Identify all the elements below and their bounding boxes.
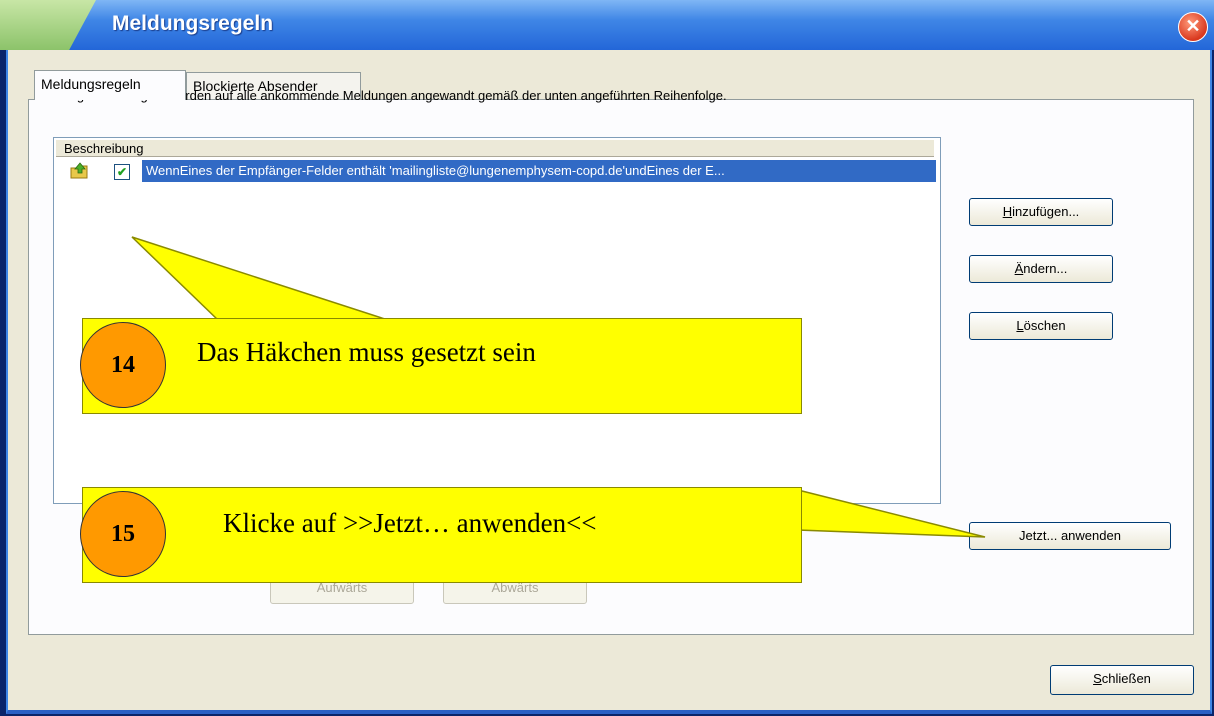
callout-14-badge: 14 xyxy=(80,322,166,408)
callout-15-badge: 15 xyxy=(80,491,166,577)
tab-meldungsregeln[interactable]: Meldungsregeln xyxy=(34,70,186,100)
callout-15: Klicke auf >>Jetzt… anwenden<< xyxy=(82,487,802,583)
callout-14: Das Häkchen muss gesetzt sein xyxy=(82,318,802,414)
callout-15-pointer xyxy=(797,489,986,538)
callout-14-pointer xyxy=(131,236,389,321)
callout-15-text: Klicke auf >>Jetzt… anwenden<< xyxy=(223,508,597,538)
callout-14-text: Das Häkchen muss gesetzt sein xyxy=(197,337,536,367)
